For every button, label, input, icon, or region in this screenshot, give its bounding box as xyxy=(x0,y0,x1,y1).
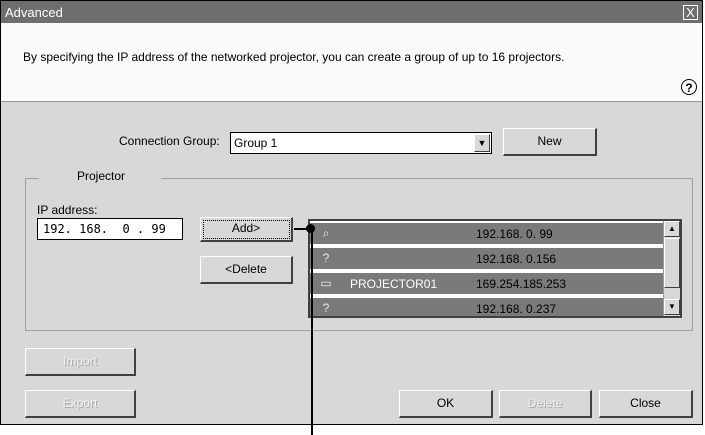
projector-icon: ▭ xyxy=(320,276,332,290)
projector-group-title: Projector xyxy=(39,169,162,183)
description-text: By specifying the IP address of the netw… xyxy=(23,50,565,64)
projector-list[interactable]: ⌕ 192.168. 0. 99 ? 192.168. 0.156 ▭ PROJ… xyxy=(308,219,682,318)
new-group-button[interactable]: New xyxy=(503,128,597,156)
search-projector-icon: ⌕ xyxy=(322,226,330,240)
ip-address-input[interactable]: 192. 168. 0 . 99 xyxy=(37,218,183,240)
projector-ip: 192.168. 0.156 xyxy=(476,252,557,266)
import-button[interactable]: Import xyxy=(25,348,136,376)
connection-group-label: Connection Group: xyxy=(119,134,220,148)
scroll-thumb[interactable] xyxy=(664,238,680,288)
list-item[interactable]: ⌕ 192.168. 0. 99 xyxy=(310,223,663,244)
close-icon[interactable]: X xyxy=(683,4,698,20)
chevron-down-icon[interactable]: ▼ xyxy=(474,134,490,152)
ip-address-label: IP address: xyxy=(37,203,98,217)
list-scrollbar[interactable]: ▲ ▼ xyxy=(663,221,680,316)
scroll-down-icon[interactable]: ▼ xyxy=(664,299,680,315)
description-panel: By specifying the IP address of the netw… xyxy=(1,23,702,102)
unknown-projector-icon: ? xyxy=(322,301,330,315)
projector-ip: 169.254.185.253 xyxy=(476,277,567,291)
ok-button[interactable]: OK xyxy=(399,390,493,418)
projector-name: PROJECTOR01 xyxy=(350,277,438,291)
window-title: Advanced xyxy=(5,4,63,20)
projector-ip: 192.168. 0. 99 xyxy=(476,227,553,241)
delete-button[interactable]: <Delete xyxy=(200,256,293,284)
unknown-projector-icon: ? xyxy=(322,251,330,265)
help-icon[interactable]: ? xyxy=(681,79,697,95)
add-button[interactable]: Add> xyxy=(200,217,293,242)
advanced-dialog: Advanced X By specifying the IP address … xyxy=(0,0,703,425)
connection-group-value: Group 1 xyxy=(234,136,278,150)
delete-group-button[interactable]: Delete xyxy=(499,390,592,418)
callout-line xyxy=(311,229,313,435)
list-item[interactable]: ▭ PROJECTOR01 169.254.185.253 xyxy=(310,273,663,294)
title-bar: Advanced X xyxy=(1,1,702,23)
projector-ip: 192.168. 0.237 xyxy=(476,302,557,316)
list-item[interactable]: ? 192.168. 0.156 xyxy=(310,248,663,269)
connection-group-select[interactable]: Group 1 ▼ xyxy=(230,132,492,154)
close-button[interactable]: Close xyxy=(599,390,693,418)
scroll-up-icon[interactable]: ▲ xyxy=(664,221,680,237)
list-item[interactable]: ? 192.168. 0.237 xyxy=(310,298,663,316)
export-button[interactable]: Export xyxy=(25,390,136,418)
